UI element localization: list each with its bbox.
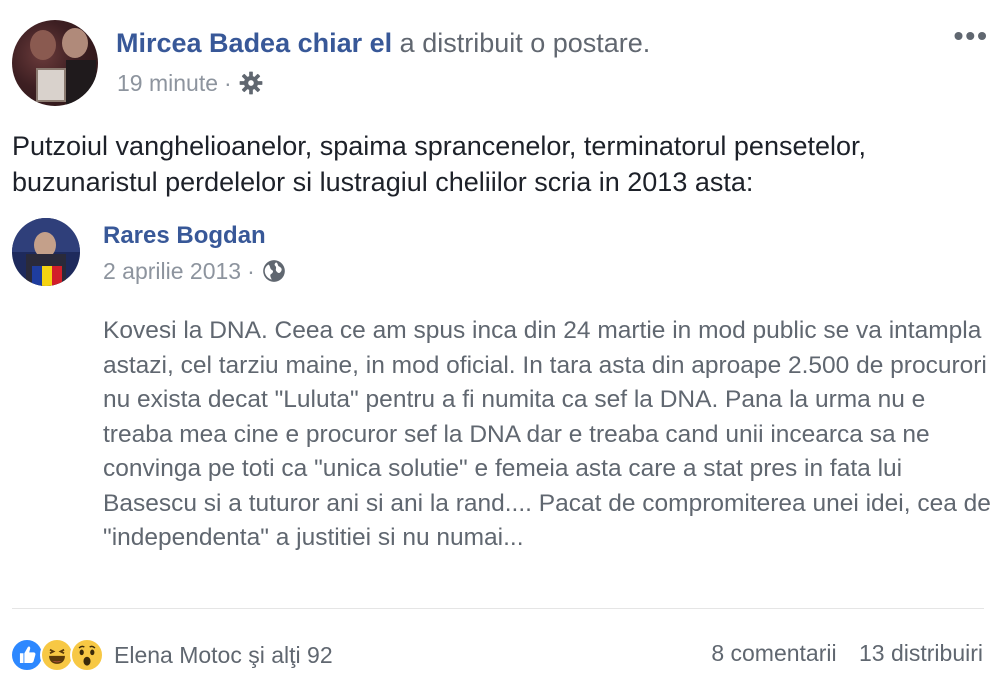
avatar-person — [62, 28, 88, 58]
avatar-person — [30, 30, 56, 60]
engagement-counts: 8 comentarii 13 distribuiri — [711, 640, 983, 667]
flag-stripe — [32, 266, 42, 286]
reactions-count-text[interactable]: Elena Motoc şi alţi 92 — [114, 642, 333, 669]
share-action-text: a distribuit o postare. — [399, 28, 651, 58]
avatar-portrait — [36, 68, 66, 102]
wow-icon[interactable] — [70, 638, 104, 672]
shares-count-link[interactable]: 13 distribuiri — [859, 640, 983, 666]
post-timestamp[interactable]: 19 minute — [117, 68, 218, 98]
shared-author-avatar[interactable] — [12, 218, 80, 286]
shared-post-text: Kovesi la DNA. Ceea ce am spus inca din … — [103, 317, 991, 551]
footer-divider — [12, 608, 984, 609]
post-header: Mircea Badea chiar el a distribuit o pos… — [116, 26, 650, 60]
haha-icon[interactable] — [40, 638, 74, 672]
avatar-figure — [66, 60, 96, 106]
comments-count-link[interactable]: 8 comentarii — [711, 640, 836, 666]
globe-icon[interactable] — [261, 258, 287, 284]
facebook-post: Mircea Badea chiar el a distribuit o pos… — [0, 0, 1007, 700]
shared-post-date[interactable]: 2 aprilie 2013 — [103, 256, 241, 286]
gear-icon[interactable] — [238, 70, 264, 96]
post-meta: 19 minute · — [117, 68, 264, 98]
like-icon[interactable] — [10, 638, 44, 672]
post-body-text: Putzoiul vanghelioanelor, spaima sprance… — [12, 131, 867, 197]
author-name-link[interactable]: Mircea Badea chiar el — [116, 28, 392, 58]
flag-stripe — [42, 266, 52, 286]
more-options-button[interactable]: ••• — [954, 22, 989, 50]
shared-post-meta: 2 aprilie 2013 · — [103, 256, 287, 286]
reactions-summary[interactable]: Elena Motoc şi alţi 92 — [10, 636, 333, 674]
author-avatar[interactable] — [12, 20, 98, 106]
flag-stripe — [52, 266, 62, 286]
shared-author-name-link[interactable]: Rares Bogdan — [103, 222, 266, 250]
meta-separator: · — [224, 70, 232, 96]
meta-separator: · — [247, 258, 255, 284]
